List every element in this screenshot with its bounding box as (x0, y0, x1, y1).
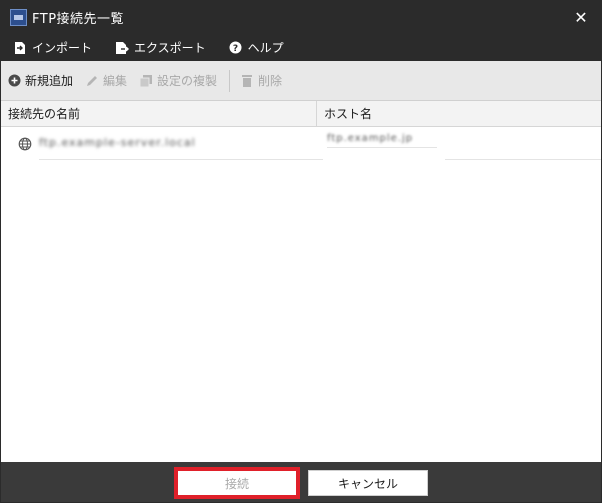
cancel-button[interactable]: キャンセル (308, 470, 428, 496)
menu-label-export: エクスポート (134, 41, 206, 55)
row-divider (327, 147, 437, 148)
menu-label-help: ヘルプ (247, 41, 284, 55)
duplicate-settings-label: 設定の複製 (157, 74, 218, 88)
add-new-button[interactable]: 新規追加 (7, 72, 73, 89)
menu-label-import: インポート (32, 41, 93, 55)
duplicate-settings-button[interactable]: 設定の複製 (139, 72, 217, 89)
connection-name: ftp.example-server.local (39, 136, 196, 149)
window-title: FTP接続先一覧 (32, 12, 125, 27)
toolbar-separator (229, 69, 231, 92)
add-new-label: 新規追加 (25, 74, 74, 88)
toolbar: 新規追加 編集 設定の複製 削除 (1, 61, 601, 101)
pencil-icon (85, 74, 99, 88)
connection-list: ftp.example-server.local ftp.example.jp (1, 127, 601, 462)
delete-button[interactable]: 削除 (240, 72, 282, 89)
column-header-host[interactable]: ホスト名 (317, 101, 601, 127)
edit-button[interactable]: 編集 (85, 72, 127, 89)
menu-item-help[interactable]: ? ヘルプ (229, 39, 284, 56)
globe-icon (18, 137, 32, 151)
plus-circle-icon (7, 74, 21, 88)
row-divider (39, 159, 323, 160)
import-icon (13, 41, 27, 55)
menu-item-export[interactable]: エクスポート (115, 39, 206, 56)
close-button[interactable]: ✕ (561, 1, 601, 34)
trash-icon (240, 74, 254, 88)
edit-label: 編集 (103, 74, 128, 88)
svg-text:?: ? (233, 44, 238, 54)
copy-icon (139, 74, 153, 88)
table-row[interactable]: ftp.example-server.local ftp.example.jp (1, 127, 601, 160)
column-header-name[interactable]: 接続先の名前 (1, 100, 317, 127)
title-bar[interactable]: FTP接続先一覧 ✕ (1, 1, 601, 34)
ftp-connection-list-window: FTP接続先一覧 ✕ インポート エクスポート ? ヘルプ 新規追加 編集 設定… (0, 0, 602, 503)
app-icon (10, 9, 27, 26)
menu-item-import[interactable]: インポート (13, 39, 92, 56)
dialog-footer: 接続 キャンセル (1, 462, 601, 502)
menu-bar: インポート エクスポート ? ヘルプ (1, 34, 601, 61)
delete-label: 削除 (258, 74, 283, 88)
help-icon: ? (229, 41, 243, 55)
row-divider (445, 159, 601, 160)
export-icon (115, 41, 130, 55)
table-header: 接続先の名前 ホスト名 (1, 100, 601, 127)
connect-button[interactable]: 接続 (174, 467, 300, 499)
